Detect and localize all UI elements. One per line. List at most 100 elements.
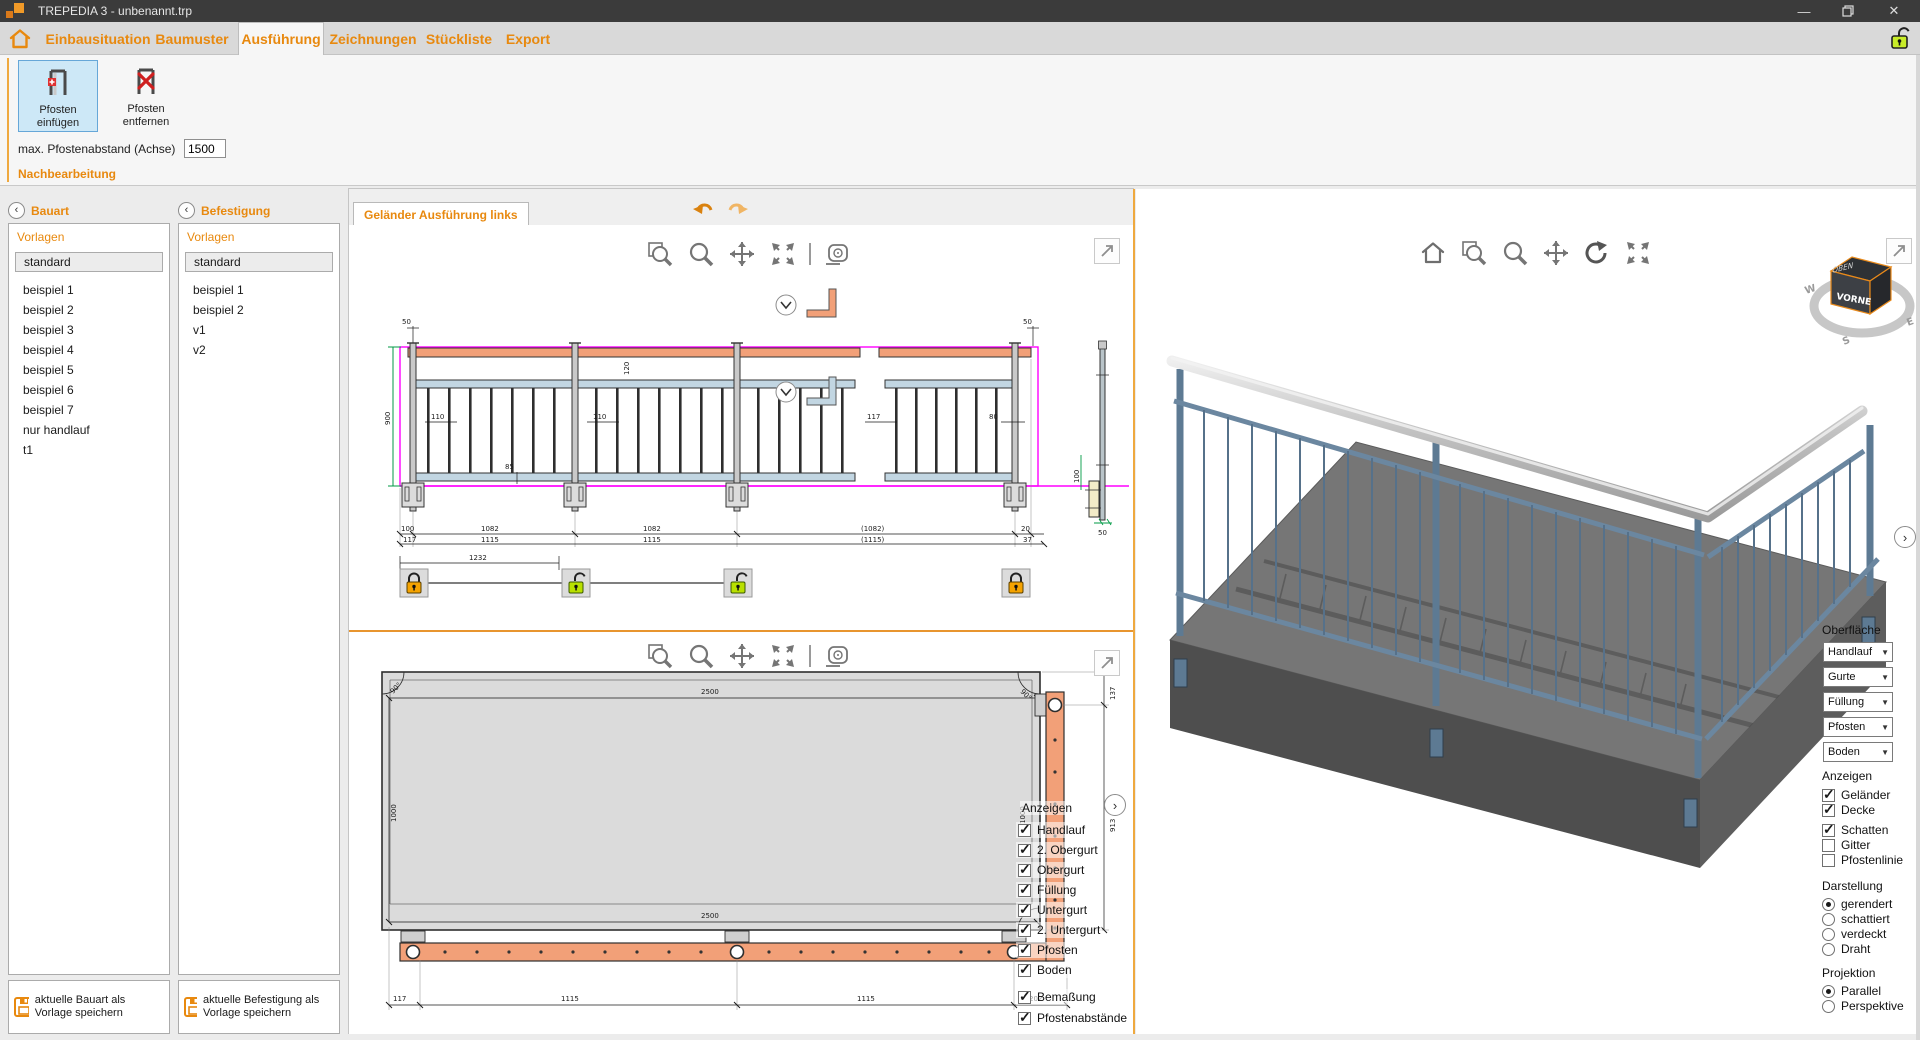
overlay-option-2-obergurt[interactable]: 2. Obergurt — [1016, 842, 1100, 858]
max-post-distance-input[interactable] — [184, 139, 226, 158]
checkbox-icon[interactable] — [1018, 924, 1031, 937]
zoom-icon[interactable] — [686, 239, 716, 269]
list-item[interactable]: v2 — [185, 340, 333, 360]
checkbox-icon[interactable] — [1822, 824, 1835, 837]
menu-baumuster[interactable]: Baumuster — [150, 22, 234, 55]
overlay-option-handlauf[interactable]: Handlauf — [1016, 822, 1087, 838]
remove-post-button[interactable]: Pfosten entfernen — [106, 60, 186, 132]
zoom-window-icon[interactable] — [645, 641, 675, 671]
close-button[interactable]: ✕ — [1872, 0, 1916, 22]
menu-zeichnungen[interactable]: Zeichnungen — [326, 22, 420, 55]
handrail-profile-button[interactable] — [776, 289, 836, 317]
radio-icon[interactable] — [1822, 898, 1835, 911]
zoom-icon[interactable] — [1500, 238, 1530, 268]
list-item[interactable]: beispiel 1 — [185, 280, 333, 300]
undo-icon[interactable] — [693, 205, 711, 214]
overlay-option-obergurt[interactable]: Obergurt — [1016, 862, 1086, 878]
checkbox-icon[interactable] — [1018, 944, 1031, 957]
zoom-window-icon[interactable] — [1459, 238, 1489, 268]
befestigung-collapse-button[interactable]: ‹ — [178, 202, 195, 219]
insert-post-button[interactable]: Pfosten einfügen — [18, 60, 98, 132]
render-verdeckt-radio[interactable]: verdeckt — [1822, 927, 1886, 941]
list-item[interactable]: beispiel 2 — [15, 300, 163, 320]
measure-icon[interactable] — [822, 239, 852, 269]
rotate-icon[interactable] — [1582, 238, 1612, 268]
fit-icon[interactable] — [768, 239, 798, 269]
radio-icon[interactable] — [1822, 985, 1835, 998]
expand-plan-icon[interactable] — [1094, 650, 1120, 676]
lock-button-4[interactable] — [1002, 569, 1030, 597]
list-item[interactable]: beispiel 1 — [15, 280, 163, 300]
pan-icon[interactable] — [1541, 238, 1571, 268]
projection-parallel-radio[interactable]: Parallel — [1822, 984, 1881, 998]
surface-pfosten-select[interactable]: Pfosten▼ — [1823, 717, 1893, 737]
surface-fuellung-select[interactable]: Füllung▼ — [1823, 692, 1893, 712]
menu-stueckliste[interactable]: Stückliste — [422, 22, 496, 55]
save-bauart-button[interactable]: aktuelle Bauart als Vorlage speichern — [8, 980, 170, 1034]
menu-einbausituation[interactable]: Einbausituation — [38, 22, 158, 55]
checkbox-icon[interactable] — [1018, 844, 1031, 857]
elevation-viewport[interactable]: 900 50 50 — [349, 225, 1133, 630]
list-item[interactable]: beispiel 5 — [15, 360, 163, 380]
viewport-3d[interactable]: VORNE OBEN W S E — [1136, 189, 1916, 1034]
list-item[interactable]: beispiel 3 — [15, 320, 163, 340]
show-gitter-checkbox[interactable]: Gitter — [1822, 838, 1870, 852]
projection-perspektive-radio[interactable]: Perspektive — [1822, 999, 1904, 1013]
plan-panel-expand-button[interactable]: › — [1104, 794, 1126, 816]
home-icon[interactable] — [1418, 238, 1448, 268]
lock-button-2[interactable] — [562, 569, 590, 597]
checkbox-icon[interactable] — [1822, 804, 1835, 817]
redo-icon[interactable] — [730, 205, 748, 214]
checkbox-icon[interactable] — [1018, 884, 1031, 897]
checkbox-icon[interactable] — [1822, 839, 1835, 852]
overlay-option-bemassung[interactable]: Bemaßung — [1016, 989, 1098, 1005]
surface-handlauf-select[interactable]: Handlauf▼ — [1823, 642, 1893, 662]
surface-boden-select[interactable]: Boden▼ — [1823, 742, 1893, 762]
restore-button[interactable] — [1826, 0, 1870, 22]
tab-gelaender-ausfuehrung-links[interactable]: Geländer Ausführung links — [353, 202, 529, 226]
pan-icon[interactable] — [727, 239, 757, 269]
list-item[interactable]: beispiel 2 — [185, 300, 333, 320]
render-draht-radio[interactable]: Draht — [1822, 942, 1870, 956]
list-item[interactable]: standard — [15, 252, 163, 272]
show-pfostenlinie-checkbox[interactable]: Pfostenlinie — [1822, 853, 1903, 867]
menu-export[interactable]: Export — [500, 22, 556, 55]
show-schatten-checkbox[interactable]: Schatten — [1822, 823, 1888, 837]
measure-icon[interactable] — [822, 641, 852, 671]
checkbox-icon[interactable] — [1018, 864, 1031, 877]
checkbox-icon[interactable] — [1018, 964, 1031, 977]
lock-button-1[interactable] — [400, 569, 428, 597]
list-item[interactable]: t1 — [15, 440, 163, 460]
show-decke-checkbox[interactable]: Decke — [1822, 803, 1875, 817]
checkbox-icon[interactable] — [1822, 854, 1835, 867]
fit-icon[interactable] — [1623, 238, 1653, 268]
radio-icon[interactable] — [1822, 928, 1835, 941]
zoom-window-icon[interactable] — [645, 239, 675, 269]
checkbox-icon[interactable] — [1018, 904, 1031, 917]
home-button[interactable] — [8, 27, 32, 51]
zoom-icon[interactable] — [686, 641, 716, 671]
save-befestigung-button[interactable]: aktuelle Befestigung als Vorlage speiche… — [178, 980, 340, 1034]
canvas-3d-splitter[interactable] — [1133, 189, 1135, 1034]
pan-icon[interactable] — [727, 641, 757, 671]
render-schattiert-radio[interactable]: schattiert — [1822, 912, 1890, 926]
lock-button-3[interactable] — [724, 569, 752, 597]
lock-open-status-icon[interactable] — [1888, 25, 1914, 52]
radio-icon[interactable] — [1822, 913, 1835, 926]
list-item[interactable]: standard — [185, 252, 333, 272]
nachbearbeitung-section[interactable]: Nachbearbeitung — [18, 167, 116, 181]
fit-icon[interactable] — [768, 641, 798, 671]
checkbox-icon[interactable] — [1018, 991, 1031, 1004]
bauart-collapse-button[interactable]: ‹ — [8, 202, 25, 219]
radio-icon[interactable] — [1822, 1000, 1835, 1013]
overlay-option-boden[interactable]: Boden — [1016, 962, 1074, 978]
surface-gurte-select[interactable]: Gurte▼ — [1823, 667, 1893, 687]
expand-3d-icon[interactable] — [1886, 238, 1912, 264]
checkbox-icon[interactable] — [1018, 824, 1031, 837]
menu-ausfuehrung[interactable]: Ausführung — [238, 22, 324, 55]
checkbox-icon[interactable] — [1018, 1012, 1031, 1025]
overlay-option-2-untergurt[interactable]: 2. Untergurt — [1016, 922, 1102, 938]
list-item[interactable]: nur handlauf — [15, 420, 163, 440]
overlay-option-pfostenabstaende[interactable]: Pfostenabstände — [1016, 1010, 1129, 1026]
list-item[interactable]: beispiel 4 — [15, 340, 163, 360]
